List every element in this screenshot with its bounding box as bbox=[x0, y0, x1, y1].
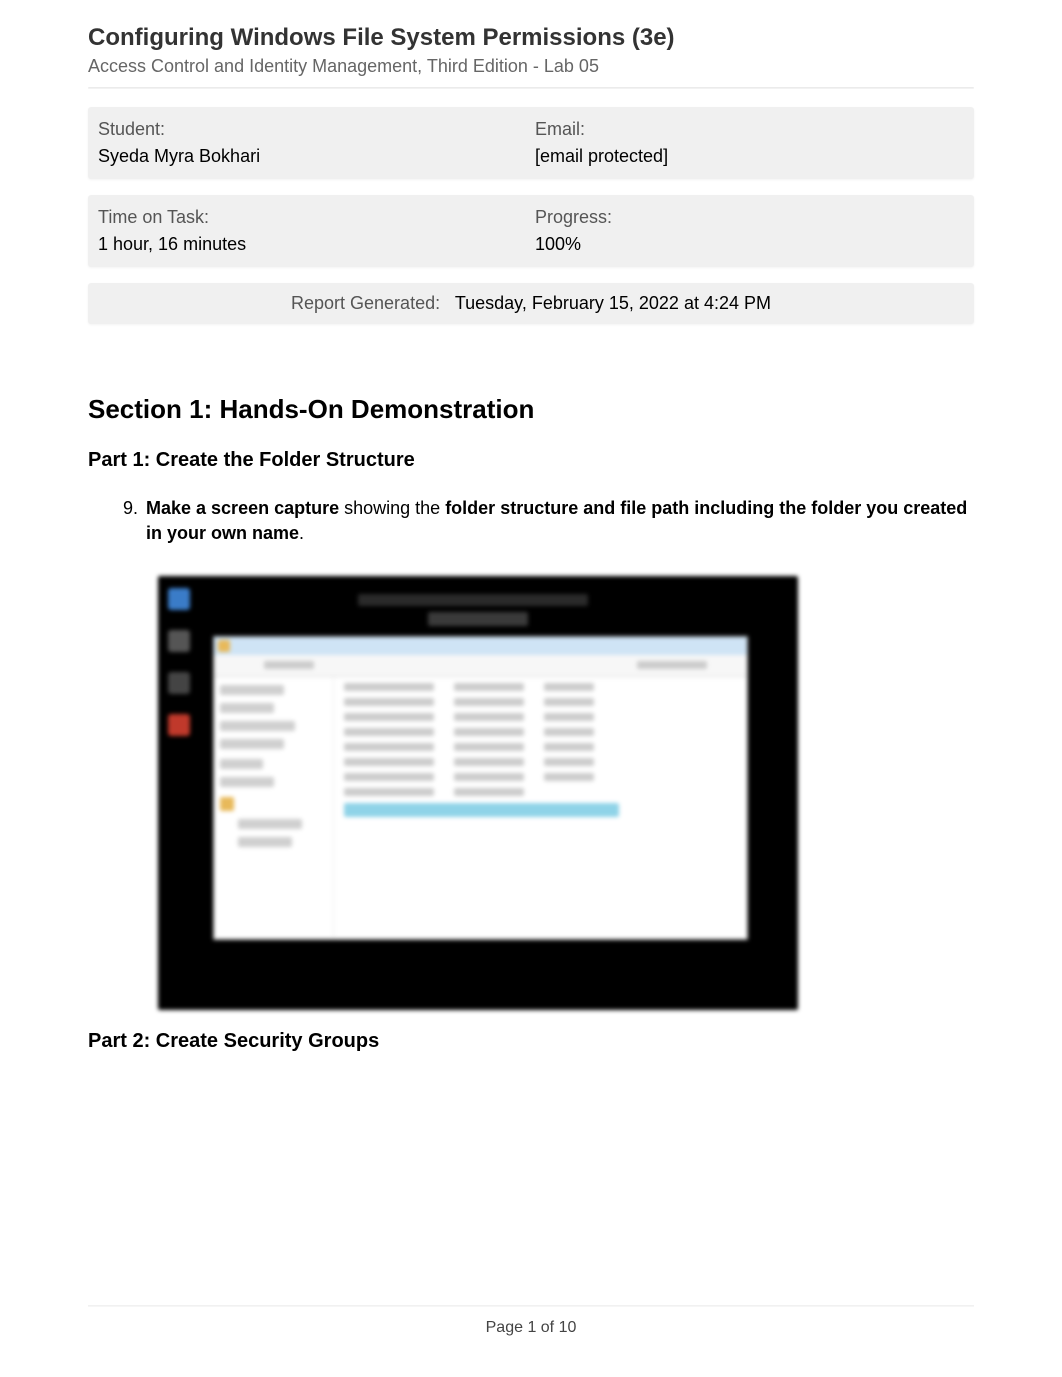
report-label: Report Generated: bbox=[291, 293, 440, 313]
nav-item bbox=[220, 685, 284, 695]
nav-item bbox=[238, 819, 302, 829]
explorer-titlebar bbox=[214, 637, 747, 655]
page-footer: Page 1 of 10 bbox=[0, 1305, 1062, 1337]
list-row bbox=[344, 773, 737, 781]
student-label: Student: bbox=[98, 119, 527, 140]
document-page: Configuring Windows File System Permissi… bbox=[0, 0, 1062, 1377]
nav-item bbox=[220, 777, 274, 787]
embedded-screenshot bbox=[158, 576, 798, 1010]
list-row bbox=[344, 698, 737, 706]
nav-group bbox=[220, 797, 327, 847]
list-row bbox=[344, 758, 737, 766]
task-number: 9. bbox=[118, 496, 146, 546]
list-row bbox=[344, 728, 737, 736]
footer-divider bbox=[88, 1305, 974, 1307]
nav-item bbox=[238, 837, 292, 847]
taskbar-icon bbox=[168, 630, 190, 652]
nav-group bbox=[220, 759, 327, 787]
explorer-nav bbox=[214, 677, 334, 939]
task-mid: showing the bbox=[339, 498, 445, 518]
lab-title: Configuring Windows File System Permissi… bbox=[88, 24, 974, 52]
task-9-row: 9. Make a screen capture showing the fol… bbox=[88, 496, 974, 546]
explorer-body bbox=[214, 677, 747, 939]
page-number: Page 1 of 10 bbox=[0, 1319, 1062, 1337]
email-col: Email: [email protected] bbox=[531, 119, 968, 167]
task-end: . bbox=[299, 523, 304, 543]
list-row bbox=[344, 743, 737, 751]
taskbar-left bbox=[168, 588, 194, 736]
divider bbox=[88, 87, 974, 89]
taskbar-icon bbox=[168, 588, 190, 610]
progress-col: Progress: 100% bbox=[531, 207, 968, 255]
part-1-heading: Part 1: Create the Folder Structure bbox=[88, 449, 974, 472]
toolbar-item bbox=[637, 661, 707, 669]
email-label: Email: bbox=[535, 119, 964, 140]
nav-item bbox=[220, 703, 274, 713]
time-col: Time on Task: 1 hour, 16 minutes bbox=[94, 207, 531, 255]
explorer-window bbox=[213, 636, 748, 940]
student-info-box: Student: Syeda Myra Bokhari Email: [emai… bbox=[88, 107, 974, 179]
time-label: Time on Task: bbox=[98, 207, 527, 228]
list-row bbox=[344, 683, 737, 691]
progress-value: 100% bbox=[535, 234, 964, 255]
report-generated-box: Report Generated: Tuesday, February 15, … bbox=[88, 283, 974, 324]
email-value: [email protected] bbox=[535, 146, 964, 167]
window-title-blur bbox=[358, 594, 588, 606]
part-2-heading: Part 2: Create Security Groups bbox=[88, 1030, 974, 1053]
list-row bbox=[344, 788, 737, 796]
task-bold-1: Make a screen capture bbox=[146, 498, 339, 518]
report-value: Tuesday, February 15, 2022 at 4:24 PM bbox=[455, 293, 771, 313]
nav-item bbox=[220, 739, 284, 749]
toolbar-item bbox=[264, 661, 314, 669]
section-1-heading: Section 1: Hands-On Demonstration bbox=[88, 394, 974, 425]
window-subtitle-blur bbox=[428, 612, 528, 626]
student-col: Student: Syeda Myra Bokhari bbox=[94, 119, 531, 167]
taskbar-icon bbox=[168, 672, 190, 694]
lab-subtitle: Access Control and Identity Management, … bbox=[88, 56, 974, 77]
explorer-content bbox=[334, 677, 747, 939]
nav-item bbox=[220, 721, 295, 731]
selected-row bbox=[344, 803, 619, 817]
task-info-box: Time on Task: 1 hour, 16 minutes Progres… bbox=[88, 195, 974, 267]
nav-item bbox=[220, 759, 263, 769]
explorer-toolbar bbox=[214, 655, 747, 677]
folder-icon bbox=[220, 797, 234, 811]
taskbar-icon bbox=[168, 714, 190, 736]
list-row bbox=[344, 713, 737, 721]
screenshot-container bbox=[158, 576, 974, 1010]
time-value: 1 hour, 16 minutes bbox=[98, 234, 527, 255]
task-text: Make a screen capture showing the folder… bbox=[146, 496, 974, 546]
student-value: Syeda Myra Bokhari bbox=[98, 146, 527, 167]
progress-label: Progress: bbox=[535, 207, 964, 228]
